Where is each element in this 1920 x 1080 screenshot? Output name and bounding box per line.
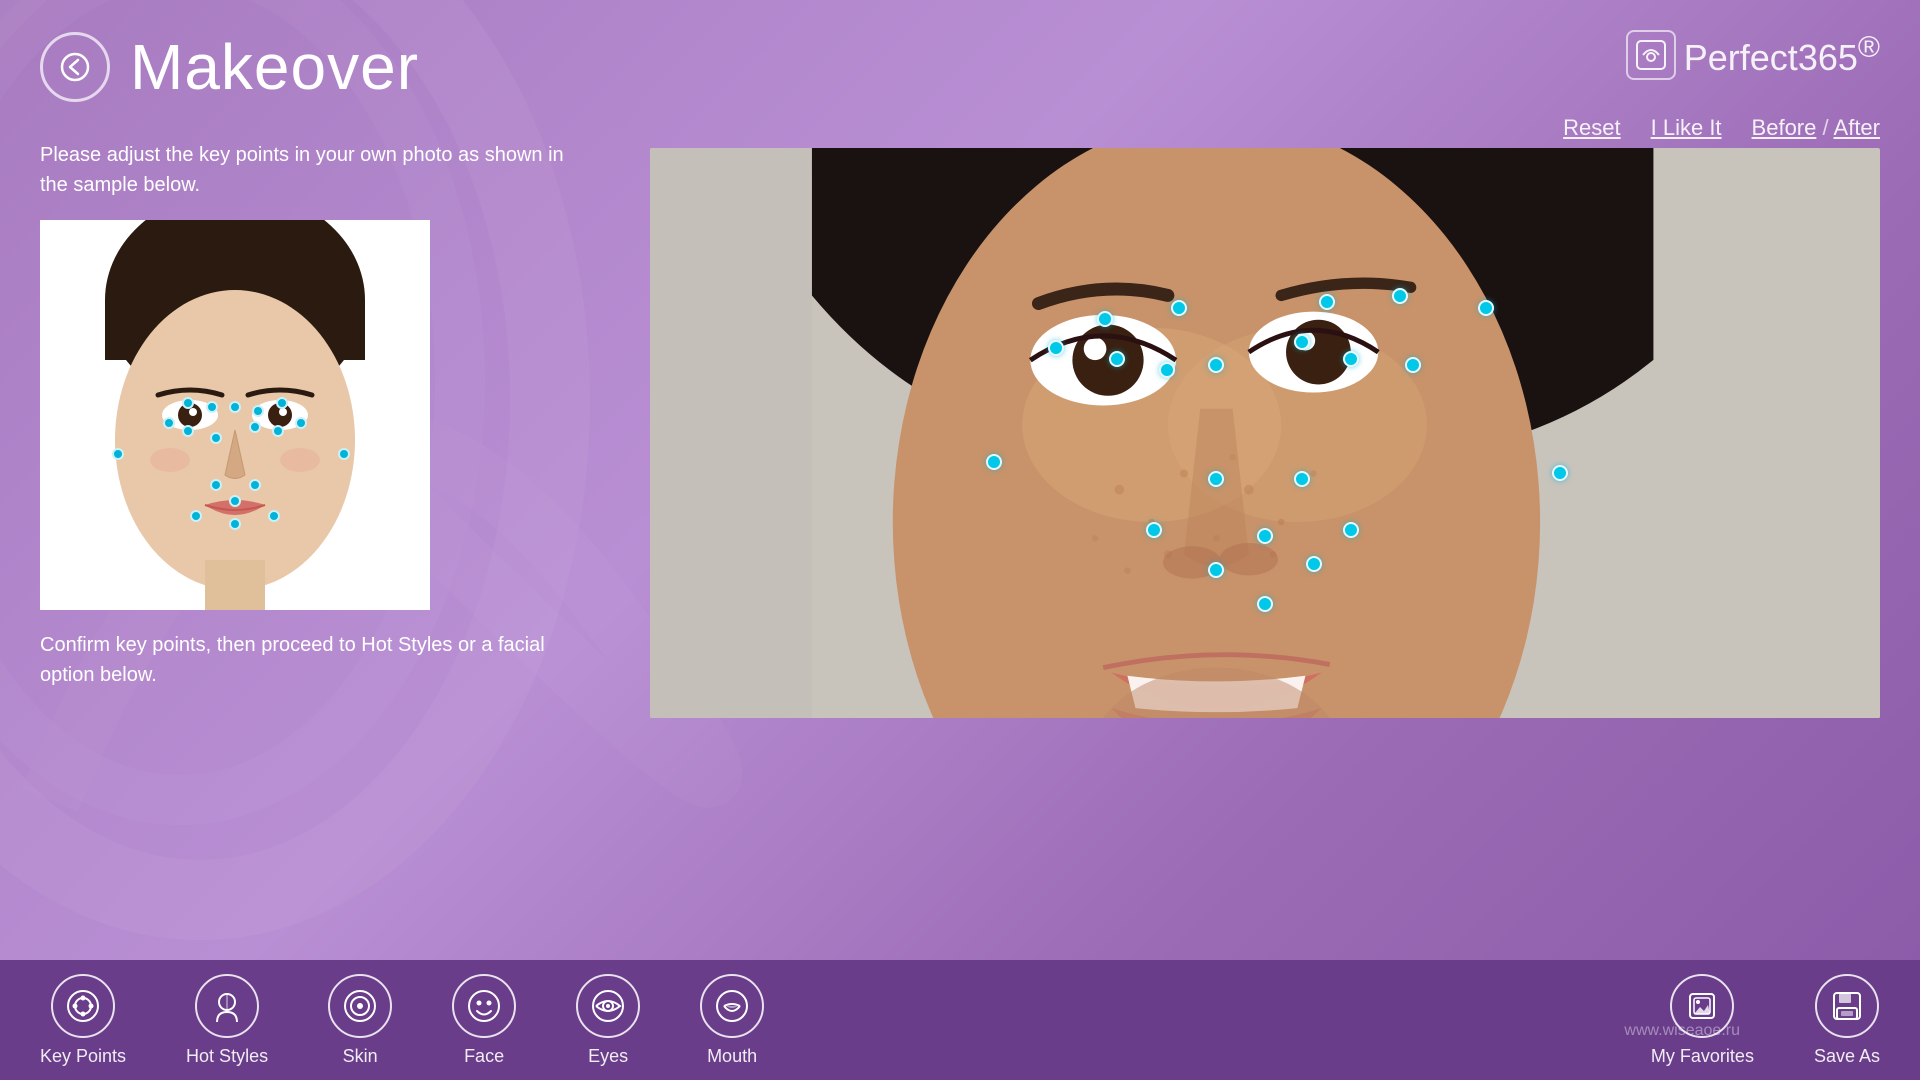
main-photo[interactable]: [650, 148, 1880, 718]
watermark: www.wiseaoe.ru: [1624, 1022, 1740, 1040]
my-favorites-label: My Favorites: [1651, 1046, 1754, 1067]
confirm-text: Confirm key points, then proceed to Hot …: [40, 630, 580, 690]
face-icon: [452, 974, 516, 1038]
key-points-icon: [51, 974, 115, 1038]
hot-styles-icon: [195, 974, 259, 1038]
toolbar-eyes[interactable]: Eyes: [576, 974, 640, 1067]
key-points-label: Key Points: [40, 1046, 126, 1067]
left-panel: Please adjust the key points in your own…: [40, 140, 580, 690]
i-like-it-link[interactable]: I Like It: [1651, 115, 1722, 141]
skin-label: Skin: [343, 1046, 378, 1067]
sample-photo: [40, 220, 430, 610]
mouth-icon: [700, 974, 764, 1038]
eyes-label: Eyes: [588, 1046, 628, 1067]
toolbar-right: My Favorites Save As: [1651, 974, 1880, 1067]
toolbar-skin[interactable]: Skin: [328, 974, 392, 1067]
header: Makeover: [40, 30, 1880, 104]
instruction-text: Please adjust the key points in your own…: [40, 140, 580, 200]
before-after-group: Before / After: [1752, 115, 1880, 141]
face-photo-background: [650, 148, 1880, 718]
hot-styles-label: Hot Styles: [186, 1046, 268, 1067]
toolbar-face[interactable]: Face: [452, 974, 516, 1067]
save-as-icon: [1815, 974, 1879, 1038]
toolbar: Key Points Hot Styles Skin: [0, 960, 1920, 1080]
logo-icon: [1626, 30, 1676, 80]
mouth-label: Mouth: [707, 1046, 757, 1067]
before-link[interactable]: Before: [1752, 115, 1817, 140]
save-as-label: Save As: [1814, 1046, 1880, 1067]
back-button[interactable]: [40, 32, 110, 102]
skin-icon: [328, 974, 392, 1038]
toolbar-mouth[interactable]: Mouth: [700, 974, 764, 1067]
toolbar-left: Key Points Hot Styles Skin: [40, 974, 764, 1067]
toolbar-key-points[interactable]: Key Points: [40, 974, 126, 1067]
after-link[interactable]: After: [1834, 115, 1880, 140]
face-label: Face: [464, 1046, 504, 1067]
toolbar-hot-styles[interactable]: Hot Styles: [186, 974, 268, 1067]
separator: /: [1823, 115, 1829, 140]
logo-text: Perfect365®: [1684, 31, 1880, 79]
eyes-icon: [576, 974, 640, 1038]
toolbar-save-as[interactable]: Save As: [1814, 974, 1880, 1067]
logo: Perfect365®: [1626, 30, 1880, 80]
toolbar-my-favorites[interactable]: My Favorites: [1651, 974, 1754, 1067]
reset-link[interactable]: Reset: [1563, 115, 1620, 141]
top-actions: Reset I Like It Before / After: [1563, 115, 1880, 141]
page-title: Makeover: [130, 30, 419, 104]
